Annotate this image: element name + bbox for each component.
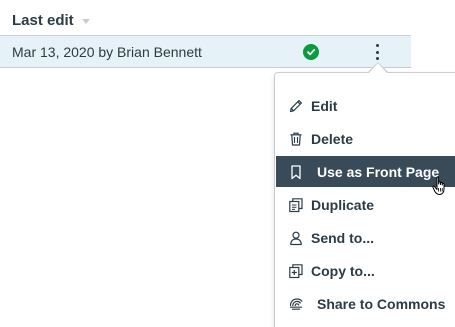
duplicate-icon [287,196,305,214]
menu-item-edit[interactable]: Edit [276,90,455,121]
menu-caret-fill [369,63,387,73]
page-actions-menu: Edit Delete Use as Front Page Duplicate … [274,72,455,327]
trash-icon [287,130,305,148]
menu-item-share-to-commons[interactable]: Share to Commons [276,288,455,319]
check-circle-icon[interactable] [303,44,319,60]
pencil-icon [287,97,305,115]
menu-item-send-to[interactable]: Send to... [276,222,455,253]
hand-pointer-cursor-icon [432,176,448,196]
sort-caret-icon[interactable] [81,19,90,24]
menu-item-label: Share to Commons [317,295,446,312]
menu-item-label: Duplicate [311,196,375,213]
menu-item-copy-to[interactable]: Copy to... [276,255,455,286]
menu-item-label: Use as Front Page [317,163,440,180]
last-edit-column-header[interactable]: Last edit [12,12,90,29]
more-options-kebab-icon[interactable] [370,42,384,62]
menu-item-duplicate[interactable]: Duplicate [276,189,455,220]
column-header-label: Last edit [12,12,74,29]
copy-icon [287,262,305,280]
last-edit-text: Mar 13, 2020 by Brian Bennett [12,44,202,60]
commons-icon [287,295,305,313]
menu-item-label: Copy to... [311,262,375,279]
user-icon [287,229,305,247]
menu-item-delete[interactable]: Delete [276,123,455,154]
menu-item-label: Send to... [311,229,374,246]
menu-item-label: Edit [311,97,338,114]
menu-item-use-as-front-page[interactable]: Use as Front Page [276,156,455,187]
menu-item-label: Delete [311,130,354,147]
bookmark-icon [287,163,305,181]
table-row[interactable]: Mar 13, 2020 by Brian Bennett [0,35,411,68]
page: Last edit Mar 13, 2020 by Brian Bennett … [0,0,455,327]
